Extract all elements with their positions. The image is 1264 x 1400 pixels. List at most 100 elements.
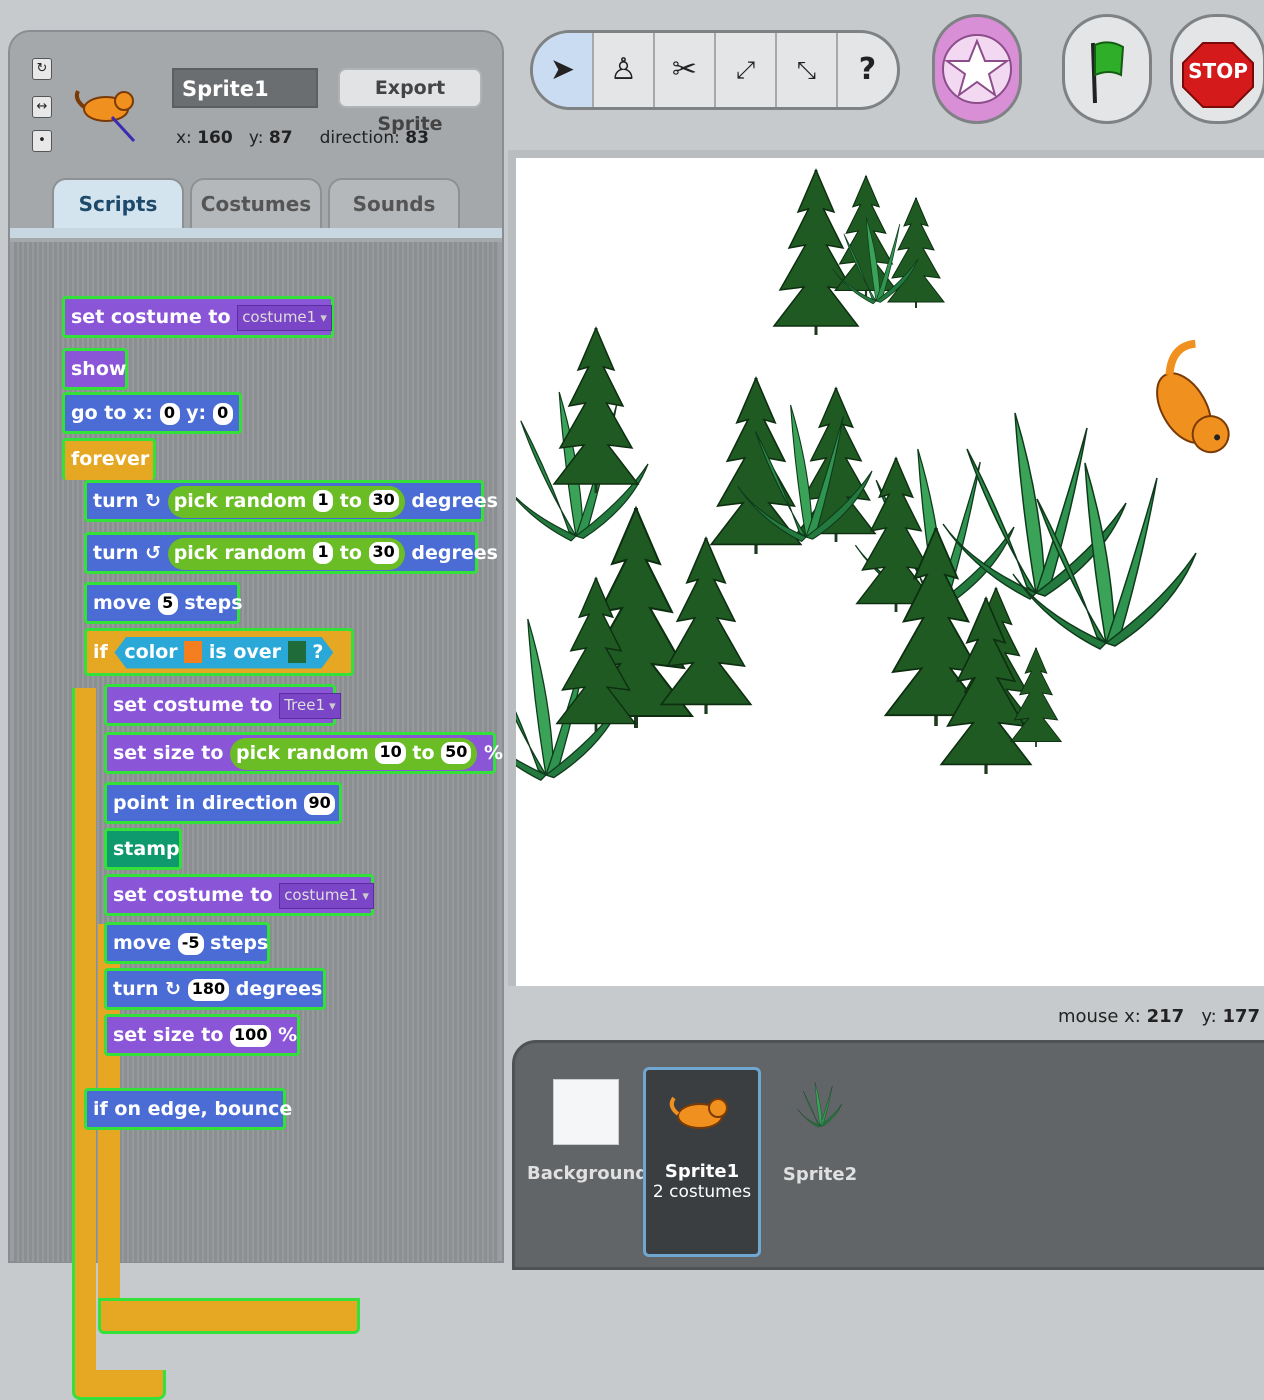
arrow-cursor-icon[interactable]: ➤ [533, 33, 594, 107]
stamp-block[interactable]: stamp [104, 828, 182, 870]
block-label: point in direction [113, 792, 298, 814]
y-input[interactable]: 0 [212, 402, 233, 425]
size-input[interactable]: 100 [230, 1024, 272, 1047]
turn-right-icon: ↻ [165, 978, 182, 1000]
presentation-mode-button[interactable] [932, 14, 1022, 124]
block-label: y: [186, 402, 207, 424]
block-label: move [93, 592, 152, 614]
set-size-block[interactable]: set size to 100 % [104, 1014, 300, 1056]
color-swatch[interactable] [288, 641, 306, 663]
costume-dropdown[interactable]: Tree1 [279, 692, 341, 719]
block-label: degrees [411, 542, 498, 564]
pick-random-block[interactable]: pick random 1 to 30 [167, 485, 405, 518]
point-direction-block[interactable]: point in direction 90 [104, 782, 342, 824]
sprite-tile-background[interactable]: Background [527, 1067, 649, 1257]
block-label: degrees [235, 978, 323, 1000]
sprite-info: x: 160 y: 87 direction: 83 [176, 128, 429, 148]
rotate-all-around-icon[interactable]: ↻ [32, 58, 52, 80]
show-block[interactable]: show [62, 348, 128, 390]
x-input[interactable]: 0 [159, 402, 180, 425]
sprite-thumbnail [74, 90, 136, 143]
help-icon[interactable]: ? [838, 33, 897, 107]
dont-rotate-icon[interactable]: • [32, 130, 52, 152]
from-input[interactable]: 1 [313, 490, 334, 512]
stop-button[interactable]: STOP [1170, 14, 1264, 124]
go-to-block[interactable]: go to x: 0 y: 0 [62, 392, 242, 434]
mouse-x-value: 217 [1146, 1006, 1185, 1027]
pick-random-block[interactable]: pick random 10 to 50 [230, 737, 478, 770]
to-input[interactable]: 30 [368, 542, 399, 564]
tile-label: Background [527, 1163, 649, 1184]
move-block[interactable]: move -5 steps [104, 922, 270, 964]
turn-right-block[interactable]: turn ↻ 180 degrees [104, 968, 326, 1010]
block-label: if [93, 641, 108, 663]
stamp-tool-icon[interactable]: ♙ [594, 33, 655, 107]
sprite-tile-sprite1[interactable]: Sprite1 2 costumes [643, 1067, 761, 1257]
tabs-baseline [10, 228, 502, 238]
if-foot [98, 1298, 360, 1334]
turn-left-icon: ↺ [145, 542, 162, 564]
tab-sounds[interactable]: Sounds [328, 178, 460, 228]
sprite-header: ↻ ↔ • Sprite1 Export Sprite x: 160 y: 87… [10, 32, 502, 242]
tile-label: Sprite2 [782, 1164, 858, 1185]
color-is-over-block[interactable]: color is over ? [114, 637, 333, 669]
block-label: degrees [411, 490, 498, 512]
sprite-panel: ↻ ↔ • Sprite1 Export Sprite x: 160 y: 87… [8, 30, 504, 1400]
sense-label: is over [208, 640, 282, 663]
costume-dropdown[interactable]: costume1 [237, 304, 332, 331]
bounce-block[interactable]: if on edge, bounce [84, 1088, 292, 1130]
op-label: pick random [173, 541, 307, 564]
sprite2-thumbnail [797, 1082, 842, 1128]
sprite-name-field[interactable]: Sprite1 [172, 68, 318, 108]
from-input[interactable]: 1 [313, 542, 334, 564]
block-label: steps [184, 592, 243, 614]
block-label: turn [93, 542, 139, 564]
grow-icon[interactable]: ⤢ [716, 33, 777, 107]
steps-input[interactable]: 5 [157, 592, 178, 615]
cat-sprite [1156, 339, 1230, 454]
from-input[interactable]: 10 [375, 742, 406, 764]
tab-scripts[interactable]: Scripts [52, 178, 184, 228]
background-thumbnail [553, 1079, 619, 1145]
pick-random-block[interactable]: pick random 1 to 30 [167, 537, 405, 570]
to-input[interactable]: 50 [441, 742, 472, 764]
op-label: to [412, 741, 435, 764]
y-label: y: [248, 128, 264, 148]
forever-block[interactable]: forever [62, 438, 156, 480]
block-label: move [113, 932, 172, 954]
tab-costumes[interactable]: Costumes [190, 178, 322, 228]
color-swatch[interactable] [184, 641, 202, 663]
costume-dropdown[interactable]: costume1 [279, 882, 374, 909]
set-costume-block[interactable]: set costume to costume1 [104, 874, 374, 916]
steps-input[interactable]: -5 [177, 932, 204, 955]
stage[interactable] [508, 150, 1264, 986]
mouse-position-readout: mouse x: 217 y: 177 [1058, 1006, 1260, 1027]
turn-right-block[interactable]: turn ↻ pick random 1 to 30 degrees [84, 480, 498, 522]
script-area[interactable]: set costume to costume1 show go to x: 0 … [14, 242, 503, 1400]
presentation-star-icon [942, 34, 1012, 104]
turn-right-icon: ↻ [145, 490, 162, 512]
if-block[interactable]: if color is over ? [84, 628, 354, 676]
export-sprite-button[interactable]: Export Sprite [338, 68, 482, 135]
y-value: 87 [268, 128, 293, 148]
direction-dropdown[interactable]: 90 [304, 792, 335, 815]
set-costume-block[interactable]: set costume to Tree1 [104, 684, 341, 726]
set-costume-block[interactable]: set costume to costume1 [62, 296, 334, 338]
green-flag-icon [1091, 41, 1125, 104]
scissors-icon[interactable]: ✂ [655, 33, 716, 107]
forever-arm [72, 688, 96, 1378]
direction-label: direction: [319, 128, 400, 148]
sprite-tile-sprite2[interactable]: Sprite2 [761, 1067, 879, 1257]
left-right-icon[interactable]: ↔ [32, 96, 52, 118]
move-block[interactable]: move 5 steps [84, 582, 243, 624]
degrees-input[interactable]: 180 [187, 978, 230, 1001]
green-flag-button[interactable] [1062, 14, 1152, 124]
op-label: pick random [173, 489, 307, 512]
to-input[interactable]: 30 [368, 490, 399, 512]
shrink-icon[interactable]: ⤡ [777, 33, 838, 107]
block-label: % [278, 1024, 298, 1046]
turn-left-block[interactable]: turn ↺ pick random 1 to 30 degrees [84, 532, 498, 574]
block-label: % [484, 742, 504, 764]
set-size-block[interactable]: set size to pick random 10 to 50 % [104, 732, 503, 774]
x-value: 160 [197, 128, 233, 148]
